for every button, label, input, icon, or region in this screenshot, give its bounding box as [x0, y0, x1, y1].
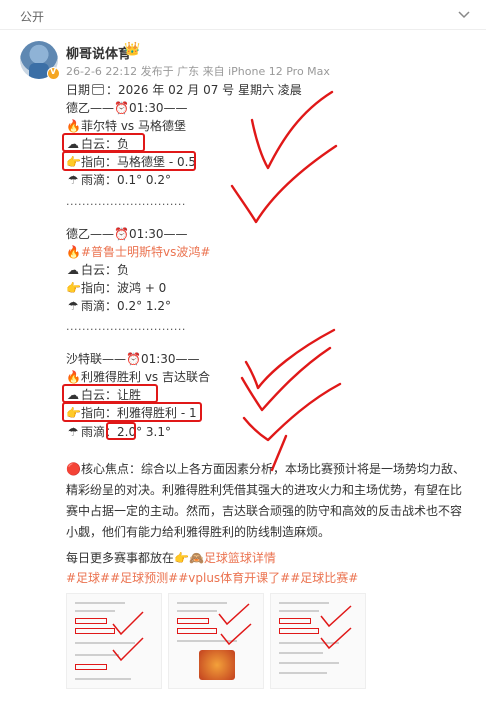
match-2-league: 德乙——⏰01:30—— — [66, 227, 188, 241]
match-2-yudi-text: 雨滴：0.2° 1.2° — [81, 299, 171, 313]
post-meta: 26-2-6 22:12 发布于 广东 来自 iPhone 12 Pro Max — [66, 65, 330, 78]
post-header-bar: 公开 — [0, 0, 486, 30]
promo-line: 每日更多赛事都放在👉🙈足球篮球详情 — [66, 549, 276, 566]
match-1-yudi: ☂ 雨滴：0.1° 0.2° — [66, 172, 171, 188]
date-prefix: 日期 — [66, 83, 91, 97]
date-text: ：2026 年 02 月 07 号 星期六 凌晨 — [106, 83, 302, 97]
match-2-teams: 🔥#普鲁士明斯特vs波鸿# — [66, 244, 210, 260]
match-3-teams-text: 利雅得胜利 vs 吉达联合 — [81, 370, 210, 384]
annotation-box-zhixiang-3 — [62, 402, 202, 422]
match-3-yudi-value-2: 3.1° — [142, 425, 172, 439]
promo-link[interactable]: 🙈足球篮球详情 — [189, 551, 276, 565]
match-2-zhixiang: 👉指向：波鸿 + 0 — [66, 280, 166, 296]
pointing-hand-icon: 👉 — [66, 281, 81, 295]
annotation-box-baiyun-3 — [62, 384, 158, 403]
match-2-baiyun-text: 白云：负 — [81, 263, 130, 277]
post-image-thumbnail-2[interactable] — [168, 593, 264, 689]
match-1-teams-text: 菲尔特 vs 马格德堡 — [81, 119, 186, 133]
promo-text: 每日更多赛事都放在 — [66, 551, 175, 565]
analysis-paragraph: 🔴核心焦点：综合以上各方面因素分析，本场比赛预计将是一场势均力敌、精彩纷呈的对决… — [66, 462, 465, 539]
chevron-down-icon[interactable] — [456, 6, 472, 22]
post-image-thumbnail-3[interactable] — [270, 593, 366, 689]
match-2-zhixiang-text: 指向：波鸿 + 0 — [81, 281, 167, 295]
separator: .............................. — [66, 320, 186, 333]
match-1-yudi-text: 雨滴：0.1° 0.2° — [81, 173, 171, 187]
match-1-teams: 🔥菲尔特 vs 马格德堡 — [66, 118, 186, 134]
match-2-baiyun: ☁ 白云：负 — [66, 262, 129, 278]
visibility-label: 公开 — [20, 10, 45, 24]
umbrella-icon: ☂ — [67, 299, 79, 313]
annotation-box-yudi-3 — [106, 422, 136, 440]
umbrella-icon: ☂ — [67, 173, 79, 187]
annotation-box-zhixiang-1 — [62, 151, 196, 171]
fire-icon: 🔥 — [66, 370, 81, 384]
fire-icon: 🔥 — [66, 245, 81, 259]
match-2-yudi: ☂ 雨滴：0.2° 1.2° — [66, 298, 171, 314]
checkmark-4 — [240, 346, 332, 412]
match-1-league: 德乙——⏰01:30—— — [66, 101, 188, 115]
verified-badge-icon — [47, 67, 60, 80]
annotation-box-baiyun-1 — [62, 133, 145, 152]
post-image-thumbnail-1[interactable] — [66, 593, 162, 689]
match-3-teams: 🔥利雅得胜利 vs 吉达联合 — [66, 369, 210, 385]
author-name[interactable]: 柳哥说体育 — [66, 43, 131, 62]
crown-icon: 👑 — [124, 42, 141, 57]
separator: .............................. — [66, 195, 186, 208]
match-3-league: 沙特联——⏰01:30—— — [66, 352, 200, 366]
checkmark-1 — [250, 90, 334, 170]
calendar-icon — [92, 84, 105, 95]
match-2-hashtag-link[interactable]: #普鲁士明斯特vs波鸿# — [81, 245, 210, 259]
checkmark-3 — [244, 328, 336, 390]
umbrella-icon: ☂ — [67, 425, 79, 439]
cloud-icon: ☁ — [67, 263, 79, 277]
pointing-hand-icon: 👉 — [174, 551, 189, 565]
checkmark-2 — [230, 144, 338, 224]
hashtag-links[interactable]: #足球##足球预测##vplus体育开课了##足球比赛# — [66, 569, 358, 586]
checkmark-5 — [242, 382, 342, 442]
fire-icon: 🔥 — [66, 119, 81, 133]
date-line: 日期 ：2026 年 02 月 07 号 星期六 凌晨 — [66, 82, 302, 98]
